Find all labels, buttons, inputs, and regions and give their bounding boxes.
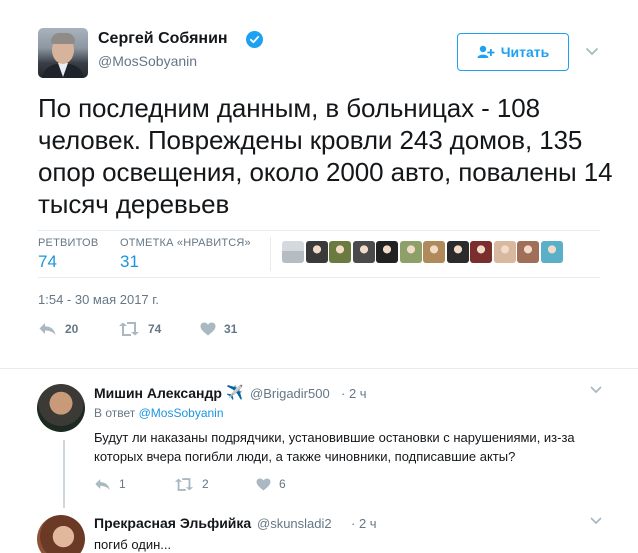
follow-label: Читать: [500, 44, 550, 60]
like-button[interactable]: 31: [200, 322, 237, 336]
verified-badge-icon: [246, 31, 263, 48]
reply-icon: [94, 478, 111, 491]
reply-author-emoji: ✈️: [226, 384, 244, 400]
reply-count: 1: [119, 477, 126, 491]
liker-avatar-6[interactable]: [399, 241, 422, 263]
add-user-icon: [477, 45, 495, 59]
tweet-text: По последним данным, в больницах - 108 ч…: [38, 93, 613, 219]
reply-avatar[interactable]: [37, 384, 85, 432]
liker-avatar-9[interactable]: [470, 241, 492, 263]
author-name[interactable]: Сергей Собянин: [98, 30, 228, 48]
reply-to: В ответ @MosSobyanin: [94, 406, 224, 420]
tweet-timestamp[interactable]: 1:54 - 30 мая 2017 г.: [38, 292, 159, 307]
reply-author-name[interactable]: Мишин Александр: [94, 385, 222, 401]
retweet-icon: [174, 477, 194, 491]
reply-icon: [38, 322, 57, 336]
reply-time[interactable]: · 2 ч: [341, 386, 367, 401]
reply-text: Будут ли наказаны подрядчики, установивш…: [94, 430, 575, 464]
reply-to-prefix: В ответ: [94, 406, 136, 420]
liker-avatar-8[interactable]: [446, 241, 469, 263]
heart-icon: [200, 322, 216, 336]
thread-line: [63, 440, 65, 508]
follow-button[interactable]: Читать: [457, 33, 569, 71]
liker-avatar-12[interactable]: [540, 241, 563, 263]
like-count: 6: [279, 477, 286, 491]
tweet-stats: РЕТВИТОВ 74 ОТМЕТКА «НРАВИТСЯ» 31: [38, 230, 600, 278]
reply-button[interactable]: 1: [94, 477, 126, 491]
like-count: 31: [224, 322, 238, 336]
liker-avatar-3[interactable]: [329, 241, 351, 263]
retweets-count[interactable]: 74: [38, 252, 57, 272]
author-avatar[interactable]: [38, 28, 88, 78]
liker-avatar-2[interactable]: [305, 241, 328, 263]
stats-divider: [270, 237, 271, 271]
likes-count[interactable]: 31: [120, 252, 139, 272]
like-button[interactable]: 6: [256, 477, 286, 491]
liker-avatar-4[interactable]: [352, 241, 375, 263]
retweets-label: РЕТВИТОВ: [38, 237, 99, 249]
retweet-button[interactable]: 2: [174, 477, 209, 491]
reply-avatar[interactable]: [37, 515, 85, 553]
reply-author-handle[interactable]: @Brigadir500: [250, 386, 330, 401]
reply-time[interactable]: · 2 ч: [351, 516, 377, 531]
liker-avatar-10[interactable]: [493, 241, 516, 263]
liker-avatar-7[interactable]: [423, 241, 445, 263]
reply-count: 20: [65, 322, 79, 336]
heart-icon: [256, 477, 271, 491]
chevron-down-icon[interactable]: [586, 511, 606, 531]
author-handle[interactable]: @MosSobyanin: [98, 53, 197, 69]
reply-to-handle-link[interactable]: @MosSobyanin: [139, 406, 224, 420]
retweet-icon: [118, 322, 140, 336]
likes-label: ОТМЕТКА «НРАВИТСЯ»: [120, 237, 251, 249]
chevron-down-icon[interactable]: [586, 380, 606, 400]
liker-avatar-11[interactable]: [517, 241, 539, 263]
retweet-count: 2: [202, 477, 209, 491]
liker-avatar-5[interactable]: [376, 241, 398, 263]
reply-button[interactable]: 20: [38, 322, 78, 336]
liker-avatar-1[interactable]: [282, 241, 304, 263]
retweet-button[interactable]: 74: [118, 322, 161, 336]
reply-text: погиб один...: [94, 537, 172, 552]
replies-divider: [0, 368, 638, 369]
retweet-count: 74: [148, 322, 162, 336]
reply-author-name[interactable]: Прекрасная Эльфийка: [94, 515, 251, 531]
chevron-down-icon[interactable]: [582, 41, 602, 61]
reply-author-handle[interactable]: @skunsladi2: [257, 516, 332, 531]
